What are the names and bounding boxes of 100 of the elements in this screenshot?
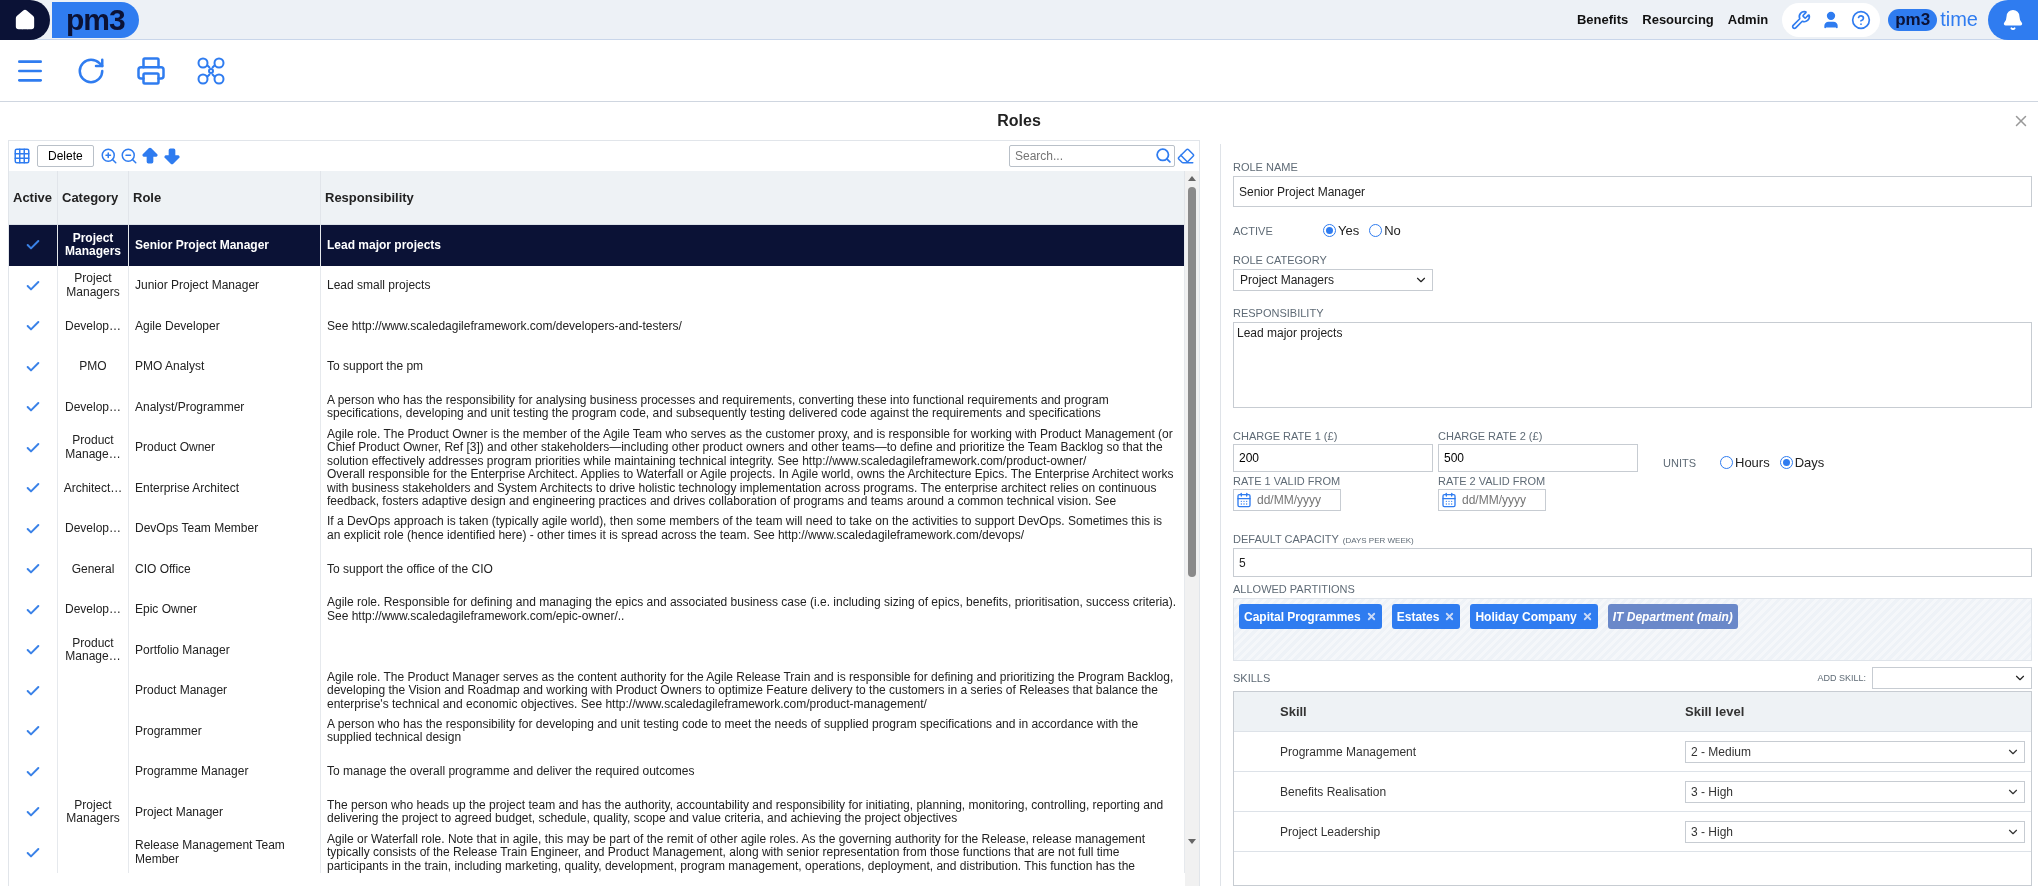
- role-text: Enterprise Architect: [135, 481, 240, 495]
- field-label: ACTIVE: [1233, 224, 1274, 237]
- category-text: Develop…: [65, 603, 121, 617]
- column-header[interactable]: Active: [9, 171, 58, 224]
- skill-level-select[interactable]: 2 - Medium: [1685, 740, 2025, 763]
- arrow-down-icon[interactable]: [161, 146, 182, 166]
- category-text: General: [71, 562, 115, 576]
- responsibility-text: Agile role. The Product Owner is the member of the Agile Team who serves as the customer proxy, and is responsible for working with Product Management (or Chief Product Owner, Ref [3]) and other stakeholders—including other product owners and other teams—to define and prioritize the Team Backlog so that the solution effectively addresses program priorities while maintaining technical integrity. See http://www.scaledagileframework.com/product-owner/: [327, 427, 1174, 468]
- field-label: ROLE NAME: [1233, 161, 1299, 173]
- category-text: Project Managers: [64, 231, 122, 259]
- delete-button[interactable]: Delete: [37, 145, 94, 167]
- bell-icon[interactable]: [2002, 8, 2024, 31]
- field-label: ALLOWED PARTITIONS: [1233, 583, 1356, 595]
- responsibility-text: See http://www.scaledagileframework.com/developers-and-testers/: [327, 319, 682, 333]
- responsibility-text: Agile role. The Product Manager serves as the content authority for the Agile Release Train and is responsible for defining and prioritizing the Program Backlog, developing the Vision and Roadmap and working with Product Owners to optimize Feature delivery to the customers in a series of Releases that balance the enterprise's technical and economic objectives. See http://www.scaledagileframework.com/product-management/: [327, 670, 1175, 711]
- nav-link[interactable]: Admin: [1727, 12, 1769, 27]
- date-field[interactable]: dd/MM/yyyy: [1438, 489, 1546, 511]
- role-text: Portfolio Manager: [135, 643, 230, 657]
- partition-tag[interactable]: Holiday Company: [1470, 604, 1598, 629]
- field-label: ADD SKILL:: [1817, 673, 1866, 683]
- role-name-field[interactable]: Senior Project Manager: [1233, 176, 2032, 207]
- responsibility-text: Lead small projects: [327, 279, 431, 293]
- field-label: RATE 2 VALID FROM: [1438, 475, 1547, 487]
- role-text: Senior Project Manager: [135, 238, 270, 252]
- responsibility-text: To manage the overall programme and deliver the required outcomes: [327, 765, 695, 779]
- partition-tag[interactable]: Estates: [1391, 604, 1461, 629]
- role-text: Agile Developer: [135, 319, 220, 333]
- radio-option[interactable]: Hours: [1720, 455, 1770, 470]
- date-field[interactable]: dd/MM/yyyy: [1233, 489, 1341, 511]
- home-button[interactable]: [0, 0, 50, 40]
- scrollbar[interactable]: [1185, 171, 1199, 886]
- field-label: RESPONSIBILITY: [1233, 307, 1325, 319]
- column-header[interactable]: Skill: [1234, 692, 1685, 731]
- radio-option[interactable]: No: [1369, 223, 1401, 238]
- notifications-button[interactable]: [1988, 0, 2038, 40]
- role-text: Project Manager: [135, 805, 224, 819]
- eraser-icon[interactable]: [1177, 147, 1195, 165]
- zoom-out-icon[interactable]: [119, 147, 138, 165]
- role-text: Programme Manager: [135, 765, 249, 779]
- field-label: SKILLS: [1233, 672, 1271, 684]
- responsibility-text: A person who has the responsibility for developing and unit testing code to meet the needs of supplied program specifications and in accordance with the supplied technical design: [327, 717, 1140, 745]
- grid-icon[interactable]: [13, 147, 31, 165]
- home-icon[interactable]: [14, 8, 36, 31]
- column-header[interactable]: Category: [58, 171, 129, 224]
- responsibility-text: Agile or Waterfall role. Note that in agile, this may be part of the remit of other agile roles. As the governing authority for the Release, release management typically consists of the Release Train Engineer, and Product Management, along with senior representation from those functions that are not full time participants in the train, including marketing, quality, development, program management, operations, deployment, and distribution. This function has the: [327, 832, 1146, 873]
- category-text: Product Manage…: [64, 636, 122, 664]
- role-text: PMO Analyst: [135, 360, 205, 374]
- category-text: Product Manage…: [64, 434, 122, 462]
- responsibility-text: If a DevOps approach is taken (typically agile world), then some members of the team will need to take on the activities to support DevOps. Sometimes this is an explicit role (hence identified here) - other times it is spread across the team. See http://www.scaledagileframework.com/devops/: [327, 515, 1164, 543]
- remove-icon[interactable]: [1581, 611, 1593, 622]
- zoom-in-icon[interactable]: [99, 147, 118, 165]
- partitions-field[interactable]: Capital Programmes Estates Holiday Company IT Department (main): [1233, 598, 2032, 661]
- partition-tag[interactable]: IT Department (main): [1607, 604, 1738, 629]
- remove-icon[interactable]: [1365, 611, 1377, 622]
- role-text: Product Owner: [135, 441, 216, 455]
- field-label: RATE 1 VALID FROM: [1233, 475, 1342, 487]
- category-text: Architect…: [63, 481, 123, 495]
- skill-level-select[interactable]: 3 - High: [1685, 820, 2025, 843]
- skill-level-select[interactable]: 3 - High: [1685, 780, 2025, 803]
- column-header[interactable]: Skill level: [1685, 692, 2031, 731]
- partition-tag[interactable]: Capital Programmes: [1239, 604, 1382, 629]
- logo: pm3: [52, 1, 139, 38]
- responsibility-text: To support the pm: [327, 360, 424, 374]
- skill-name: Project Leadership: [1279, 824, 1382, 839]
- arrow-up-icon[interactable]: [139, 146, 160, 166]
- calendar-icon[interactable]: [1236, 492, 1252, 508]
- radio-option[interactable]: Days: [1779, 455, 1825, 470]
- responsibility-text: To support the office of the CIO: [327, 562, 493, 576]
- charge-rate-field[interactable]: 500: [1438, 444, 1638, 472]
- role-text: CIO Office: [135, 562, 191, 576]
- category-text: Develop…: [65, 319, 121, 333]
- nav-link[interactable]: Benefits: [1576, 12, 1629, 27]
- category-text: Develop…: [65, 400, 121, 414]
- category-text: PMO: [79, 360, 107, 374]
- search-icon[interactable]: [1155, 147, 1172, 164]
- responsibility-field[interactable]: Lead major projects: [1233, 322, 2032, 408]
- role-text: DevOps Team Member: [135, 522, 259, 536]
- skill-name: Programme Management: [1279, 744, 1418, 759]
- responsibility-text: Overall responsible for the Enterprise Architect. Applies to Waterfall or Agile projects. In Agile world, owns the Architecture Epics. The Enterprise Architect works with business stakeholders and System Architects to drive holistic technology implementation across programs. The enterprise architect relies on continuous feedback, fosters adaptive design and engineering practices and drives collaboration of programs and teams around a common technical vision. See: [327, 468, 1175, 509]
- category-text: Project Managers: [65, 798, 121, 826]
- network-icon[interactable]: [196, 55, 226, 86]
- capacity-field[interactable]: 5: [1233, 548, 2032, 577]
- field-label: CHARGE RATE 2 (£): [1438, 430, 1544, 442]
- search-field[interactable]: Search...: [1009, 145, 1175, 167]
- calendar-icon[interactable]: [1441, 492, 1457, 508]
- role-text: Product Manager: [135, 684, 228, 698]
- radio-option[interactable]: Yes: [1323, 223, 1360, 238]
- printer-icon[interactable]: [136, 55, 166, 86]
- responsibility-text: The person who heads up the project team and has the authority, accountability and responsibility for initiating, planning, monitoring, controlling, reporting and delivering the project to agreed budget, schedule, quality, scope and value criteria, and achieving the project objectives: [327, 798, 1165, 826]
- responsibility-text: A person who has the responsibility for analysing business processes and requirements, converting these into functional requirements and program specifications, developing and unit testing the program code, and subsequently testing delivered code against the requirements and specifications: [327, 393, 1110, 421]
- time-logo-mark: pm3: [1888, 8, 1938, 31]
- responsibility-text: Agile role. Responsible for defining and managing the epics and associated business case (i.e. including sizing of epics, benefits, prioritisation, success criteria). See http://www.scaledagileframework.com/epic-owner/..: [327, 596, 1178, 624]
- nav-link[interactable]: Resourcing: [1642, 12, 1714, 27]
- role-category-select[interactable]: Project Managers: [1233, 269, 1433, 291]
- time-logo-word: time: [1940, 8, 1978, 31]
- role-text: Junior Project Manager: [135, 279, 260, 293]
- column-header[interactable]: Role: [129, 171, 321, 224]
- remove-icon[interactable]: [1444, 611, 1456, 622]
- table-row[interactable]: Project Managers Senior Project Manager Lead major projects: [9, 225, 1185, 266]
- charge-rate-field[interactable]: 200: [1233, 444, 1433, 472]
